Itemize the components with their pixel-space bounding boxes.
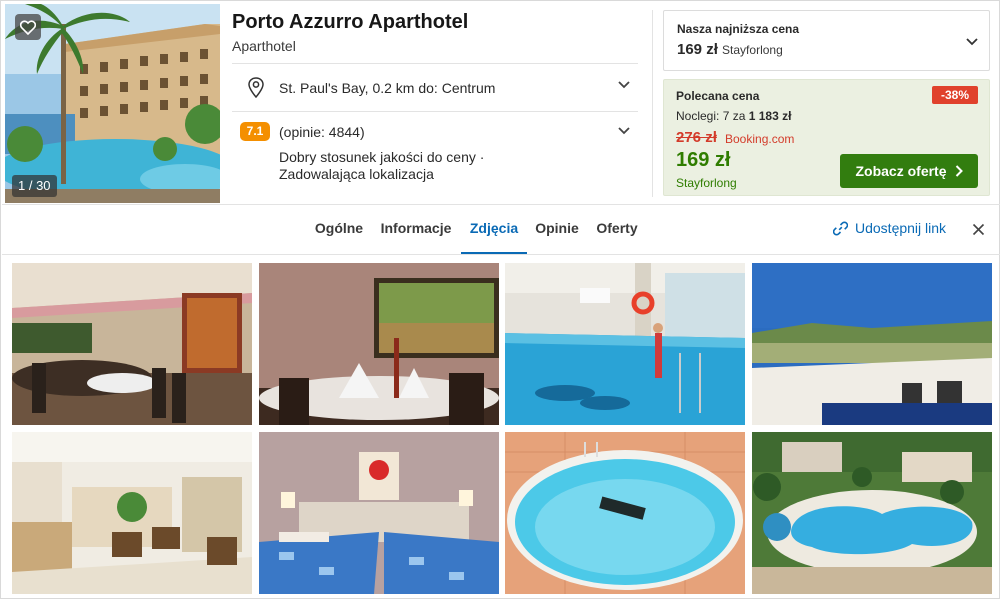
lowest-price-value: 169 zł Stayforlong bbox=[677, 41, 783, 58]
new-price-source: Stayforlong bbox=[676, 176, 737, 190]
view-offer-button[interactable]: Zobacz ofertę bbox=[840, 154, 978, 188]
tab-general[interactable]: Ogólne bbox=[310, 205, 368, 255]
nights-prefix: Noclegi: 7 za bbox=[676, 109, 746, 123]
close-icon[interactable] bbox=[972, 223, 985, 236]
tab-bar: Ogólne Informacje Zdjęcia Opinie Oferty … bbox=[1, 205, 1000, 255]
rating-description-line2: Zadowalająca lokalizacja bbox=[279, 166, 434, 182]
tab-photos[interactable]: Zdjęcia bbox=[461, 205, 527, 255]
hotel-name[interactable]: Porto Azzurro Aparthotel bbox=[232, 11, 468, 34]
gallery-photo-bedroom[interactable] bbox=[259, 432, 499, 594]
old-price: 276 zł bbox=[676, 129, 717, 146]
gallery-photo-lobby[interactable] bbox=[12, 432, 252, 594]
rating-score-badge: 7.1 bbox=[240, 122, 270, 141]
tab-reviews[interactable]: Opinie bbox=[531, 205, 583, 255]
gallery-photo-indoor-pool[interactable] bbox=[505, 263, 745, 425]
chevron-down-icon[interactable] bbox=[966, 38, 978, 46]
gallery-photo-dining-table[interactable] bbox=[259, 263, 499, 425]
review-count: (opinie: 4844) bbox=[279, 124, 365, 140]
tab-information[interactable]: Informacje bbox=[377, 205, 455, 255]
photo-counter: 1 / 30 bbox=[12, 175, 57, 197]
lowest-price-amount: 169 zł bbox=[677, 41, 718, 58]
rating-description-line1: Dobry stosunek jakości do ceny · bbox=[279, 149, 485, 165]
recommended-price-label: Polecana cena bbox=[676, 89, 760, 103]
heart-icon bbox=[20, 19, 36, 35]
favorite-button[interactable] bbox=[15, 14, 41, 40]
rating-row[interactable]: 7.1 (opinie: 4844) Dobry stosunek jakośc… bbox=[232, 112, 638, 192]
location-row[interactable]: St. Paul's Bay, 0.2 km do: Centrum bbox=[232, 64, 638, 111]
photo-gallery bbox=[1, 255, 1000, 599]
lowest-price-box[interactable]: Nasza najniższa cena 169 zł Stayforlong bbox=[663, 10, 990, 71]
share-link-button[interactable]: Udostępnij link bbox=[833, 220, 946, 236]
nights-info: Noclegi: 7 za 1 183 zł bbox=[676, 109, 791, 123]
gallery-photo-aerial-pool[interactable] bbox=[752, 432, 992, 594]
divider bbox=[652, 10, 653, 197]
location-text: St. Paul's Bay, 0.2 km do: Centrum bbox=[279, 80, 496, 96]
link-icon bbox=[833, 221, 848, 235]
nights-total: 1 183 zł bbox=[748, 109, 792, 123]
hotel-card: 1 / 30 Porto Azzurro Aparthotel Aparthot… bbox=[0, 0, 1000, 599]
recommended-price-box: Polecana cena -38% Noclegi: 7 za 1 183 z… bbox=[663, 79, 990, 196]
map-pin-icon bbox=[248, 77, 264, 98]
gallery-photo-restaurant[interactable] bbox=[12, 263, 252, 425]
share-link-label: Udostępnij link bbox=[855, 220, 947, 236]
hotel-info: Porto Azzurro Aparthotel Aparthotel St. … bbox=[232, 1, 638, 205]
tab-offers[interactable]: Oferty bbox=[591, 205, 643, 255]
old-price-source[interactable]: Booking.com bbox=[725, 132, 794, 146]
view-offer-label: Zobacz ofertę bbox=[855, 163, 947, 179]
hotel-main-photo[interactable]: 1 / 30 bbox=[5, 4, 220, 203]
new-price: 169 zł bbox=[676, 149, 731, 171]
lowest-price-label: Nasza najniższa cena bbox=[677, 22, 800, 36]
lowest-price-source: Stayforlong bbox=[722, 43, 783, 57]
hotel-type: Aparthotel bbox=[232, 38, 296, 54]
discount-badge: -38% bbox=[932, 86, 978, 104]
gallery-photo-outdoor-pool[interactable] bbox=[505, 432, 745, 594]
chevron-down-icon[interactable] bbox=[618, 81, 630, 89]
chevron-down-icon[interactable] bbox=[618, 127, 630, 135]
gallery-photo-rooftop-view[interactable] bbox=[752, 263, 992, 425]
chevron-right-icon bbox=[955, 165, 963, 177]
